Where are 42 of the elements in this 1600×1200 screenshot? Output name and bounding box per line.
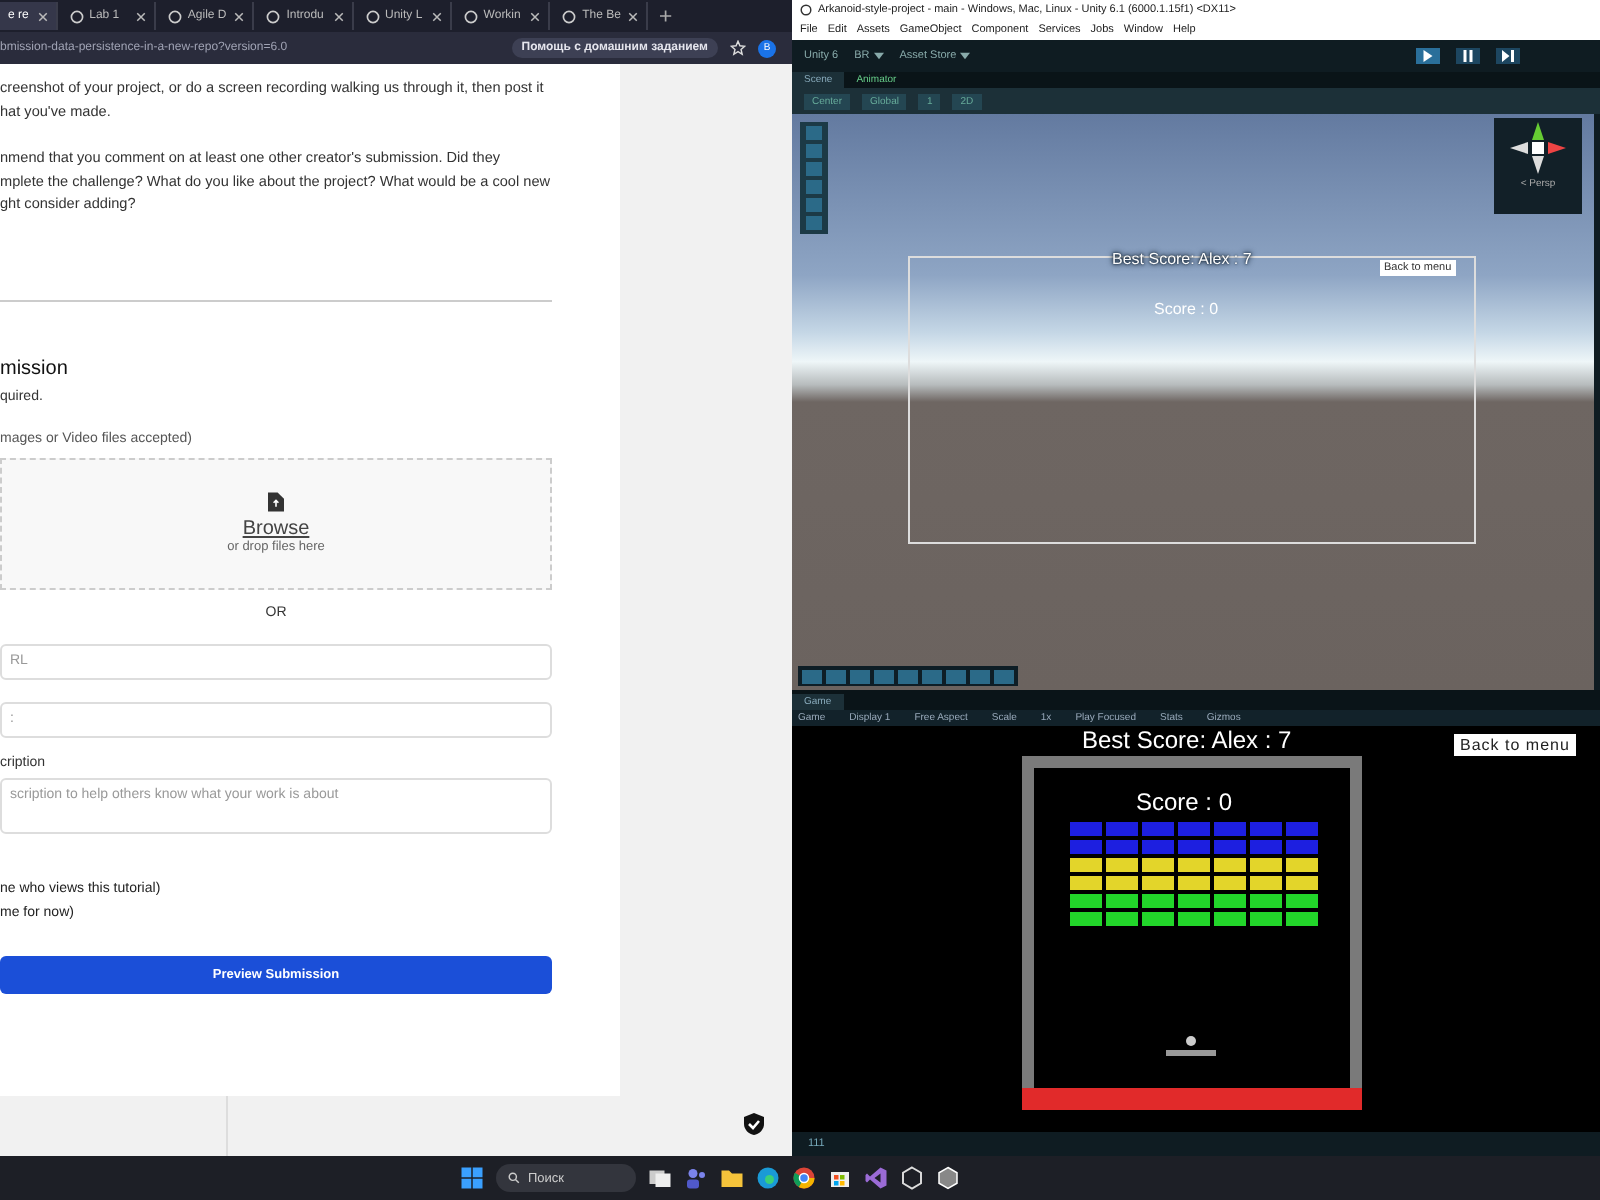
unity-logo-icon [365, 9, 379, 23]
chrome-icon[interactable] [792, 1166, 816, 1190]
pause-button[interactable] [1456, 48, 1480, 64]
bottom-toolbar[interactable] [798, 666, 1018, 686]
new-tab-icon[interactable] [660, 10, 672, 22]
bookmark-star-icon[interactable] [730, 40, 746, 56]
caret-icon[interactable] [960, 52, 971, 60]
unity-logo-icon [266, 9, 281, 23]
score-text: Score : 0 [1154, 300, 1219, 318]
close-icon[interactable] [431, 11, 442, 21]
section-heading: mission [0, 357, 70, 379]
step-button[interactable] [1496, 48, 1520, 64]
close-icon[interactable] [530, 11, 541, 21]
cube-icon[interactable] [900, 1166, 924, 1190]
play-button[interactable] [1416, 48, 1440, 64]
best-score-text: Best Score: Alex : 7 [1082, 726, 1292, 754]
visual-studio-icon[interactable] [864, 1166, 888, 1190]
folder-icon[interactable] [720, 1166, 744, 1190]
browser-icon[interactable] [756, 1166, 780, 1190]
unity-logo-icon [463, 9, 478, 23]
file-upload-icon [268, 492, 284, 512]
browse-link[interactable]: Browse [242, 518, 310, 540]
close-icon[interactable] [37, 11, 48, 21]
score-text: Score : 0 [1136, 788, 1233, 816]
windows-start-icon[interactable] [460, 1166, 484, 1190]
close-icon[interactable] [628, 11, 639, 21]
close-icon[interactable] [234, 11, 245, 21]
ball [1186, 1036, 1196, 1046]
shield-check-icon[interactable] [742, 1112, 766, 1136]
unity-logo-icon [562, 9, 577, 23]
unity-logo-icon [800, 4, 812, 16]
unity-logo-icon [167, 9, 182, 23]
search-icon[interactable] [508, 1172, 520, 1184]
people-icon[interactable] [684, 1166, 708, 1190]
back-to-menu-button[interactable]: Back to menu [1454, 734, 1576, 756]
close-icon[interactable] [135, 11, 146, 21]
caret-icon[interactable] [873, 52, 884, 60]
close-icon[interactable] [333, 11, 343, 21]
paddle [1166, 1050, 1216, 1056]
unity-logo-icon [69, 9, 84, 23]
task-view-icon[interactable] [648, 1166, 672, 1190]
store-icon[interactable] [828, 1166, 852, 1190]
